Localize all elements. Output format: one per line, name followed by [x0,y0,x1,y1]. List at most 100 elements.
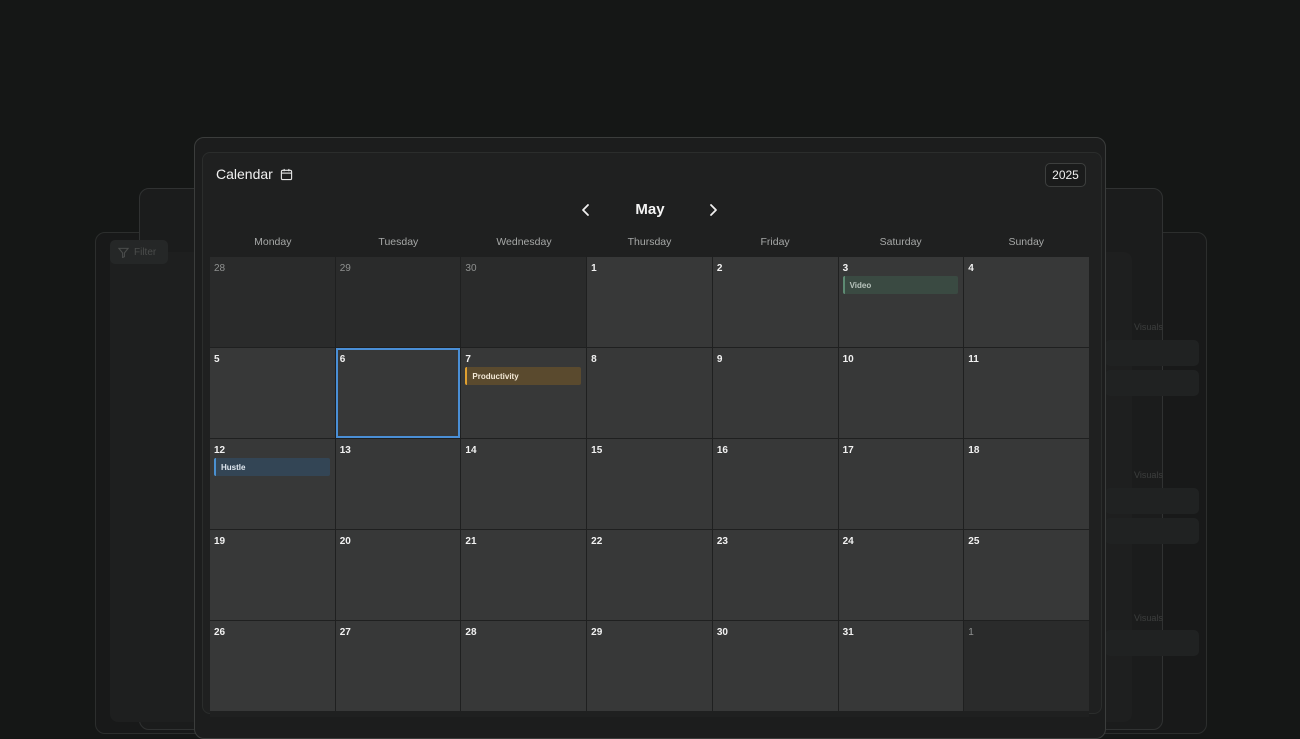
day-cell[interactable]: 7 Productivity [461,348,587,438]
visuals-field-4 [1105,518,1199,544]
day-number: 16 [716,445,728,456]
visuals-label-2: Visuals [1134,470,1163,480]
weekday-label: Tuesday [378,236,419,248]
day-number: 25 [968,536,980,547]
weekday-label: Saturday [879,236,922,248]
day-number: 4 [968,263,974,274]
chevron-left-icon [582,204,589,216]
filter-icon [118,247,129,258]
day-number: 13 [339,445,351,456]
day-cell[interactable]: 18 [964,439,1089,529]
day-cell[interactable]: 30 [461,257,587,347]
filter-button[interactable]: Filter [110,240,168,264]
visuals-field-2 [1105,370,1199,396]
day-number: 18 [968,445,980,456]
day-number: 29 [339,263,351,274]
day-number: 28 [465,627,477,638]
day-number: 24 [842,536,854,547]
chevron-right-icon [710,204,717,216]
year-selector[interactable]: 2025 [1045,163,1086,187]
weekday-header: Monday Tuesday Wednesday Thursday Friday… [210,236,1089,248]
day-cell[interactable]: 17 [838,439,964,529]
day-cell[interactable]: 2 [712,257,838,347]
weekday-label: Monday [254,236,292,248]
day-number: 8 [591,354,597,365]
weekday-label: Sunday [1008,236,1045,248]
day-number: 12 [214,445,226,456]
calendar-title: Calendar [216,166,273,182]
day-cell[interactable]: 15 [587,439,712,529]
visuals-label-1: Visuals [1134,322,1163,332]
next-month-button[interactable] [703,200,723,220]
calendar-header: Calendar [216,166,293,182]
day-number: 20 [339,536,351,547]
day-cell[interactable]: 1 [587,257,712,347]
day-cell[interactable]: 29 [335,257,461,347]
day-number: 17 [842,445,854,456]
day-cell[interactable]: 11 [964,348,1089,438]
day-cell[interactable]: 21 [461,530,587,620]
filter-label: Filter [134,246,157,258]
day-cell[interactable]: 1 [964,621,1089,711]
day-number: 5 [214,354,220,365]
day-number: 14 [465,445,477,456]
day-cell-selected[interactable]: 6 [335,348,461,438]
event-chip[interactable]: Video [842,276,959,294]
day-cell[interactable]: 5 [210,348,335,438]
day-number: 11 [968,354,979,365]
visuals-field-1 [1105,340,1199,366]
day-cell[interactable]: 27 [335,621,461,711]
day-cell[interactable]: 28 [210,257,335,347]
weekday-label: Wednesday [496,236,552,248]
day-number: 15 [591,445,603,456]
day-number: 27 [339,627,351,638]
day-cell[interactable]: 8 [587,348,712,438]
visuals-field-5 [1105,630,1199,656]
day-number: 26 [214,627,226,638]
event-chip[interactable]: Productivity [465,367,582,385]
day-cell[interactable]: 13 [335,439,461,529]
day-cell[interactable]: 16 [712,439,838,529]
visuals-field-3 [1105,488,1199,514]
day-number: 6 [339,354,346,365]
day-number: 9 [716,354,723,365]
day-cell[interactable]: 31 [838,621,964,711]
day-cell[interactable]: 28 [461,621,587,711]
day-cell[interactable]: 19 [210,530,335,620]
day-number: 30 [716,627,728,638]
day-cell[interactable]: 14 [461,439,587,529]
day-cell[interactable]: 9 [712,348,838,438]
day-number: 29 [591,627,603,638]
current-month: May [635,201,665,218]
event-chip[interactable]: Hustle [214,458,330,476]
day-cell[interactable]: 12 Hustle [210,439,335,529]
day-cell[interactable]: 25 [964,530,1089,620]
calendar-grid: 28 29 30 1 2 3 Video 4 5 6 7 Productivity 8 9 10 11 12 Hu… [210,257,1089,717]
day-number: 30 [465,263,477,274]
day-number: 19 [214,536,226,547]
day-cell[interactable]: 22 [587,530,712,620]
day-cell[interactable]: 30 [712,621,838,711]
weekday-label: Thursday [627,236,672,248]
day-cell[interactable]: 3 Video [838,257,964,347]
day-number: 28 [214,263,226,274]
day-cell[interactable]: 26 [210,621,335,711]
day-number: 1 [591,263,597,274]
day-cell[interactable]: 20 [335,530,461,620]
day-number: 3 [842,263,849,274]
day-number: 22 [591,536,603,547]
weekday-label: Friday [760,236,790,248]
day-cell[interactable]: 29 [587,621,712,711]
day-number: 1 [968,627,974,638]
day-number: 7 [465,354,471,365]
day-cell[interactable]: 10 [838,348,964,438]
day-cell[interactable]: 23 [712,530,838,620]
visuals-label-3: Visuals [1134,613,1163,623]
day-number: 2 [716,263,723,274]
day-cell[interactable]: 4 [964,257,1089,347]
calendar-icon [280,168,292,180]
day-cell[interactable]: 24 [838,530,964,620]
previous-month-button[interactable] [576,200,596,220]
day-number: 31 [842,627,854,638]
day-number: 10 [842,354,854,365]
